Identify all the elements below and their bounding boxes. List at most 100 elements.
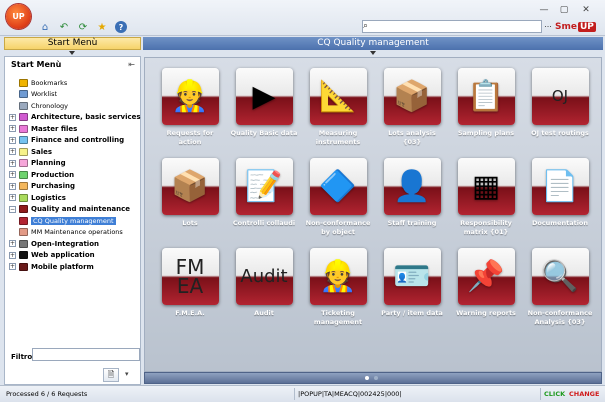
back-arrow-icon[interactable]: ↶ [58,21,70,33]
person-board-icon[interactable]: 👤 [383,158,441,215]
tile[interactable]: 👤 Staff training [378,158,446,238]
help-icon[interactable]: ? [115,21,127,33]
matrix-grid-icon[interactable]: ▦ [457,158,515,215]
search-input[interactable] [362,20,542,33]
checklist-gear-icon[interactable]: 📝 [235,158,293,215]
panel-tool-button[interactable]: 🗎 [103,368,119,382]
expand-icon[interactable]: + [9,125,16,132]
horizontal-scrollbar[interactable] [144,372,602,384]
tile[interactable]: ▦ Responsibility matrix {01} [452,158,520,238]
boxes-search-icon[interactable]: 📦 [383,68,441,125]
boxes-gear-icon[interactable]: 📦 [161,158,219,215]
tree-item[interactable]: + Master files [9,123,77,134]
tree-item[interactable]: + Production [9,169,74,180]
folder-icon [19,124,28,133]
change-indicator[interactable]: CHANGE [569,390,599,398]
expand-icon[interactable]: + [9,251,16,259]
tile[interactable]: 👷 Ticketing management [304,248,372,328]
clipboard-check-icon[interactable]: 📋 [457,68,515,125]
maximize-icon[interactable]: ▢ [556,4,572,16]
page-dot-active[interactable] [365,376,369,380]
folder-icon [19,251,28,259]
tile[interactable]: 🔍 Non-conformance Analysis {03} [526,248,594,328]
tree-item-label: Planning [31,159,66,167]
tile[interactable]: FM EA F.M.E.A. [156,248,224,328]
tree-item[interactable]: + Planning [9,158,66,169]
chevron-down-icon[interactable]: ▾ [125,370,129,378]
shapes-reject-icon[interactable]: 🔷 [309,158,367,215]
start-menu-header[interactable]: Start Menù [4,37,141,50]
tile[interactable]: 📄 Documentation [526,158,594,238]
tile-label: Requests for action [166,129,214,146]
tile[interactable]: 🔷 Non-conformance by object [304,158,372,238]
collapse-icon[interactable]: − [9,205,16,213]
expand-icon[interactable]: + [9,263,16,270]
expand-icon[interactable]: + [9,240,16,247]
tile[interactable]: 📐 Measuring instruments [304,68,372,148]
person-cap-icon[interactable]: 👷 [309,248,367,305]
tree-item[interactable]: Worklist [19,89,57,100]
note-pin-icon[interactable]: 📌 [457,248,515,305]
tile[interactable]: 👷 Requests for action [156,68,224,148]
home-icon[interactable]: ⌂ [39,21,51,33]
tile[interactable]: ▶ Quality Basic data [230,68,298,148]
app-logo[interactable]: UP [6,4,31,29]
filter-input[interactable] [32,348,140,361]
tile[interactable]: OJ OJ test routings [526,68,594,148]
expand-icon[interactable]: + [9,182,16,190]
expand-icon[interactable]: + [9,194,16,201]
tile[interactable]: 🪪 Party / item data [378,248,446,328]
click-indicator[interactable]: CLICK [544,390,565,398]
expand-icon[interactable]: + [9,136,16,144]
folder-icon [19,239,28,248]
folder-icon [19,205,28,213]
tree-item[interactable]: + Sales [9,146,52,157]
tile[interactable]: 📦 Lots analysis {03} [378,68,446,148]
tree-item[interactable]: + Web application [9,250,95,261]
expand-icon[interactable]: + [9,148,16,155]
fmea-text-icon[interactable]: FM EA [161,248,219,305]
person-red-cap-icon[interactable]: 👷 [161,68,219,125]
tree-item[interactable]: Chronology [19,100,68,111]
video-play-icon[interactable]: ▶ [235,68,293,125]
tree-item[interactable]: MM Maintenance operations [19,227,123,238]
status-bar: Processed 6 / 6 Requests |POPUP|TA|MEACQ… [0,385,605,402]
magnifier-reject-icon[interactable]: 🔍 [531,248,589,305]
tree-item[interactable]: + Logistics [9,192,66,203]
tile-label: Controlli collaudi [232,219,296,227]
tile[interactable]: Audit Audit [230,248,298,328]
tree-item[interactable]: + Architecture, basic services [9,112,141,123]
minimize-icon[interactable]: — [536,4,552,16]
tree-item[interactable]: + Purchasing [9,181,75,192]
tile-grid: 👷 Requests for action ▶ Quality Basic data 📐… [144,57,602,372]
tile[interactable]: 📌 Warning reports [452,248,520,328]
audit-text-icon[interactable]: Audit [235,248,293,305]
tree-item[interactable]: CQ Quality management [19,215,116,226]
chevron-down-icon[interactable] [69,51,75,55]
tree-item[interactable]: + Open-Integration [9,238,99,249]
tree-item[interactable]: + Mobile platform [9,261,94,272]
status-divider [540,388,541,400]
expand-icon[interactable]: + [9,171,16,178]
tree-item-label: Finance and controlling [31,136,125,144]
expand-icon[interactable]: + [9,113,16,121]
search-icon[interactable]: ⌕ [363,21,368,31]
id-card-check-icon[interactable]: 🪪 [383,248,441,305]
tile[interactable]: 📝 Controlli collaudi [230,158,298,238]
pin-icon[interactable]: ⇤ [128,60,135,69]
document-gear-icon[interactable]: 📄 [531,158,589,215]
oj-check-icon[interactable]: OJ [531,68,589,125]
page-dot[interactable] [374,376,378,380]
more-button[interactable]: ... [543,20,553,33]
tile[interactable]: 📦 Lots [156,158,224,238]
tree-item[interactable]: − Quality and maintenance [9,204,130,215]
tile[interactable]: 📋 Sampling plans [452,68,520,148]
close-icon[interactable]: ✕ [578,4,594,16]
expand-icon[interactable]: + [9,159,16,167]
star-icon[interactable]: ★ [96,21,108,33]
refresh-icon[interactable]: ⟳ [77,21,89,33]
tree-item[interactable]: Bookmarks [19,77,67,88]
tree-item[interactable]: + Finance and controlling [9,135,124,146]
chevron-down-icon[interactable] [370,51,376,55]
ruler-triangle-icon[interactable]: 📐 [309,68,367,125]
